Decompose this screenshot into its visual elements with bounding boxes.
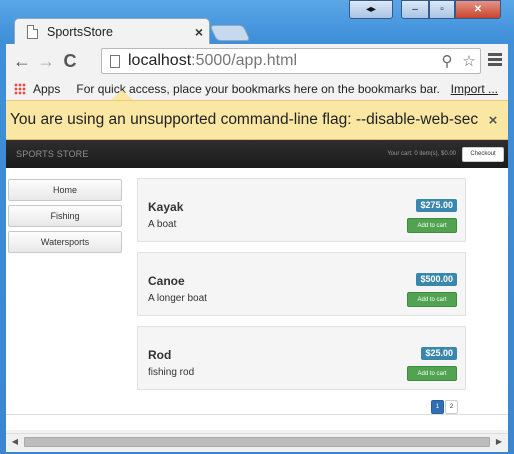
product-name: Kayak xyxy=(148,200,184,214)
add-to-cart-button[interactable]: Add to cart xyxy=(407,218,457,233)
price-badge: $500.00 xyxy=(416,273,457,286)
tab-close-icon[interactable]: × xyxy=(189,24,209,40)
page-icon xyxy=(110,54,120,68)
document-icon xyxy=(27,24,38,39)
add-to-cart-button[interactable]: Add to cart xyxy=(407,366,457,381)
store-brand[interactable]: SPORTS STORE xyxy=(16,149,387,159)
product-card: Rod fishing rod $25.00 Add to cart xyxy=(137,326,466,390)
warning-infobar: You are using an unsupported command-lin… xyxy=(6,100,508,140)
toolbar: ← → C localhost:5000/app.html ⚲ ☆ xyxy=(6,44,508,78)
menu-icon[interactable] xyxy=(488,53,502,68)
product-name: Canoe xyxy=(148,274,185,288)
cart-summary: Your cart: 0 item(s), $0.00 xyxy=(387,151,456,157)
product-description: fishing rod xyxy=(148,367,195,378)
scroll-left-icon[interactable]: ◀ xyxy=(8,436,22,448)
apps-link[interactable]: Apps xyxy=(33,82,60,96)
infobar-close-icon[interactable]: × xyxy=(478,112,508,129)
search-icon[interactable]: ⚲ xyxy=(436,52,458,70)
checkout-button[interactable]: Checkout xyxy=(462,146,504,162)
import-link[interactable]: Import ... xyxy=(451,82,498,96)
minimize-button[interactable]: – xyxy=(401,0,429,19)
scrollbar-thumb[interactable] xyxy=(24,437,490,447)
browser-window: SportsStore × ◂▸ – ▫ ✕ ← → C localhost:5… xyxy=(0,0,514,454)
price-badge: $25.00 xyxy=(421,347,457,360)
apps-icon[interactable] xyxy=(14,83,26,95)
product-card: Canoe A longer boat $500.00 Add to cart xyxy=(137,252,466,316)
pagination: 1 2 xyxy=(431,400,459,414)
maximize-button[interactable]: ▫ xyxy=(429,0,455,19)
category-home-button[interactable]: Home xyxy=(8,179,122,201)
page-viewport: SPORTS STORE Your cart: 0 item(s), $0.00… xyxy=(6,140,508,430)
tab-sportsstore[interactable]: SportsStore × xyxy=(14,18,210,44)
category-watersports-button[interactable]: Watersports xyxy=(8,231,122,253)
forward-icon[interactable]: → xyxy=(34,51,58,72)
product-description: A boat xyxy=(148,219,177,230)
store-navbar: SPORTS STORE Your cart: 0 item(s), $0.00… xyxy=(6,140,508,168)
product-description: A longer boat xyxy=(148,293,207,304)
scroll-right-icon[interactable]: ▶ xyxy=(492,436,506,448)
category-list: Home Fishing Watersports xyxy=(8,179,122,257)
page-button-2[interactable]: 2 xyxy=(445,400,458,414)
address-bar[interactable]: localhost:5000/app.html ⚲ ☆ xyxy=(101,48,481,74)
close-window-button[interactable]: ✕ xyxy=(455,0,501,19)
extensions-icon[interactable]: ◂▸ xyxy=(349,0,393,19)
infobar-message: You are using an unsupported command-lin… xyxy=(10,111,478,128)
new-tab-button[interactable] xyxy=(209,25,251,41)
browser-chrome: ← → C localhost:5000/app.html ⚲ ☆ Apps F… xyxy=(6,44,508,452)
bookmarks-bar: Apps For quick access, place your bookma… xyxy=(6,78,508,100)
reload-icon[interactable]: C xyxy=(58,51,82,72)
page-divider xyxy=(6,414,508,415)
product-card: Kayak A boat $275.00 Add to cart xyxy=(137,178,466,242)
page-button-1[interactable]: 1 xyxy=(431,400,444,414)
horizontal-scrollbar[interactable]: ◀ ▶ xyxy=(6,433,508,449)
price-badge: $275.00 xyxy=(416,199,457,212)
category-fishing-button[interactable]: Fishing xyxy=(8,205,122,227)
star-icon[interactable]: ☆ xyxy=(458,52,480,70)
window-controls: ◂▸ – ▫ ✕ xyxy=(349,0,501,20)
back-icon[interactable]: ← xyxy=(10,51,34,72)
product-name: Rod xyxy=(148,348,172,362)
add-to-cart-button[interactable]: Add to cart xyxy=(407,292,457,307)
tab-title: SportsStore xyxy=(47,24,114,39)
url-text[interactable]: localhost:5000/app.html xyxy=(128,52,436,70)
